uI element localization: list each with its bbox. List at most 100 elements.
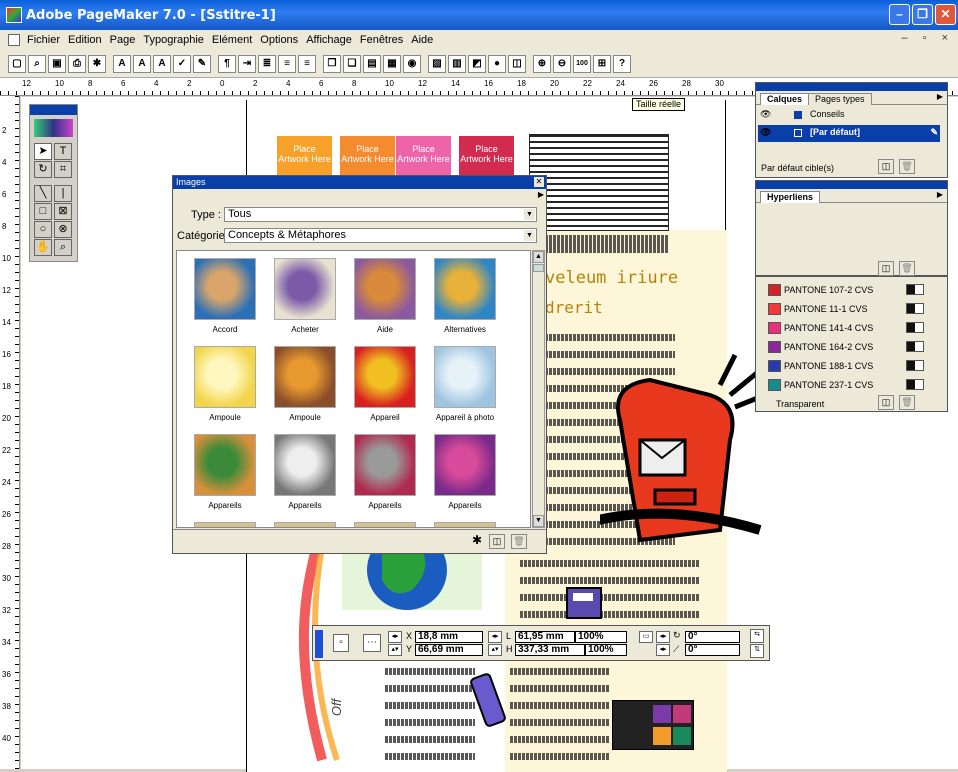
frame-icon[interactable]: ▤ — [363, 54, 381, 73]
zoom-out-icon[interactable]: ⊖ — [553, 54, 571, 73]
text-tool-icon[interactable]: T — [54, 143, 72, 160]
control-palette-handle[interactable] — [315, 630, 323, 658]
new-hyperlink-icon[interactable]: ◫ — [878, 261, 894, 276]
line-tool-icon[interactable]: ╲ — [34, 185, 52, 202]
trash-icon[interactable]: 🗑 — [511, 534, 527, 549]
nudge-width-icon[interactable]: ◂▸ — [488, 631, 502, 643]
rotation-field[interactable]: 0° — [685, 631, 740, 643]
edit-icon[interactable]: ✎ — [193, 54, 211, 73]
image-thumbnail-item[interactable] — [265, 519, 345, 527]
page-heading-1[interactable]: veleum iriure — [545, 268, 678, 288]
pdf-icon[interactable]: ◩ — [468, 54, 486, 73]
image-icon[interactable]: ▨ — [428, 54, 446, 73]
scroll-thumb[interactable] — [533, 264, 544, 272]
image-thumbnail-item[interactable]: Accord — [185, 255, 265, 341]
image-thumbnail-item[interactable] — [345, 519, 425, 527]
layout-icon[interactable]: ◫ — [508, 54, 526, 73]
rotate-tool-icon[interactable]: ↻ — [34, 161, 52, 178]
color-swatch-row[interactable]: PANTONE 141-4 CVS — [764, 319, 934, 337]
document-icon[interactable] — [8, 34, 20, 46]
open-icon[interactable]: ⌕ — [28, 54, 46, 73]
image-thumbnail-item[interactable]: Alternatives — [425, 255, 505, 341]
left-align-icon[interactable]: ≡ — [278, 54, 296, 73]
placeholder-tile-3[interactable]: Place Artwork Here — [396, 136, 451, 176]
trash-icon[interactable]: 🗑 — [899, 395, 915, 410]
device-illustration[interactable] — [565, 583, 605, 623]
new-icon[interactable]: ▢ — [8, 54, 26, 73]
hyperlinks-panel-caption[interactable] — [756, 181, 947, 189]
eye-icon[interactable]: 👁 — [760, 107, 771, 122]
new-item-icon[interactable]: ◫ — [489, 534, 505, 549]
images-panel-close-button[interactable]: ✕ — [534, 177, 544, 187]
document-window-controls[interactable]: – ▫ × — [901, 32, 954, 44]
placeholder-tile-4[interactable]: Place Artwork Here — [459, 136, 514, 176]
zoom-in-icon[interactable]: ⊕ — [533, 54, 551, 73]
table-block[interactable] — [529, 134, 669, 231]
image-thumbnail-item[interactable]: Appareil — [345, 343, 425, 429]
new-color-icon[interactable]: ◫ — [878, 395, 894, 410]
search-icon[interactable]: ✱ — [469, 534, 485, 549]
print-icon[interactable]: ⎙ — [68, 54, 86, 73]
image-thumbnail-item[interactable]: Ampoule — [185, 343, 265, 429]
vertical-text[interactable]: Off — [329, 699, 344, 716]
maximize-button[interactable]: ❐ — [912, 4, 933, 25]
nudge-rotation-icon[interactable]: ◂▸ — [656, 631, 670, 643]
menu-aide[interactable]: Aide — [407, 34, 437, 46]
proportional-icon[interactable]: ▭ — [639, 631, 653, 643]
constrained-line-tool-icon[interactable]: | — [54, 185, 72, 202]
color-blocks-illustration[interactable] — [612, 700, 694, 750]
width-field[interactable]: 61,95 mm — [515, 631, 575, 643]
panel-menu-arrow-icon[interactable]: ▶ — [937, 92, 943, 101]
find-icon[interactable]: ✱ — [88, 54, 106, 73]
color-swatch-row[interactable]: PANTONE 11-1 CVS — [764, 300, 934, 318]
flip-vertical-icon[interactable]: ⇅ — [750, 644, 764, 658]
y-position-field[interactable]: 66,69 mm — [415, 644, 483, 656]
font-size-icon[interactable]: A — [113, 54, 131, 73]
save-icon[interactable]: ▣ — [48, 54, 66, 73]
copy-icon[interactable]: ❐ — [323, 54, 341, 73]
menu-options[interactable]: Options — [256, 34, 302, 46]
menu-fichier[interactable]: Fichier — [23, 34, 64, 46]
nudge-height-icon[interactable]: ▴▾ — [488, 644, 502, 656]
menu-fenetres[interactable]: Fenêtres — [356, 34, 407, 46]
image-thumbnail-item[interactable]: Ampoule — [265, 343, 345, 429]
trash-icon[interactable]: 🗑 — [899, 261, 915, 276]
pointer-tool-icon[interactable]: ➤ — [34, 143, 52, 160]
ellipse-frame-tool-icon[interactable]: ⊗ — [54, 221, 72, 238]
grid-icon[interactable]: ▦ — [383, 54, 401, 73]
image-thumbnail-item[interactable]: Appareils — [345, 431, 425, 517]
placeholder-tile-1[interactable]: Place Artwork Here — [277, 136, 332, 176]
height-percent-field[interactable]: 100% — [585, 644, 627, 656]
globe-icon[interactable]: ● — [488, 54, 506, 73]
x-position-field[interactable]: 18,8 mm — [415, 631, 483, 643]
bullets-icon[interactable]: ≣ — [258, 54, 276, 73]
text-frame-icon[interactable]: ▥ — [448, 54, 466, 73]
nudge-skew-icon[interactable]: ◂▸ — [656, 644, 670, 656]
color-icon[interactable]: ◉ — [403, 54, 421, 73]
nudge-y-icon[interactable]: ▴▾ — [388, 644, 402, 656]
images-panel-caption[interactable]: Images ✕ — [173, 176, 546, 189]
category-select[interactable]: Concepts & Métaphores ▼ — [224, 228, 537, 243]
scroll-up-icon[interactable]: ▲ — [533, 251, 544, 263]
panel-menu-arrow-icon[interactable]: ▶ — [538, 190, 544, 199]
layer-row-conseils[interactable]: 👁 Conseils — [758, 107, 940, 124]
scroll-down-icon[interactable]: ▼ — [533, 515, 544, 527]
skew-field[interactable]: 0° — [685, 644, 740, 656]
type-select[interactable]: Tous ▼ — [224, 207, 537, 222]
menu-typographie[interactable]: Typographie — [139, 34, 208, 46]
phone-illustration[interactable] — [470, 665, 510, 735]
menu-affichage[interactable]: Affichage — [302, 34, 356, 46]
image-thumbnail-item[interactable]: Appareils — [265, 431, 345, 517]
font-up-icon[interactable]: A — [133, 54, 151, 73]
flip-horizontal-icon[interactable]: ⇆ — [750, 629, 764, 643]
image-thumbnail-item[interactable]: Appareils — [185, 431, 265, 517]
fit-page-icon[interactable]: ⊞ — [593, 54, 611, 73]
image-thumbnail-item[interactable] — [185, 519, 265, 527]
rectangle-frame-tool-icon[interactable]: ⊠ — [54, 203, 72, 220]
color-swatch-row[interactable]: PANTONE 164-2 CVS — [764, 338, 934, 356]
menu-element[interactable]: Elément — [208, 34, 256, 46]
height-field[interactable]: 337,33 mm — [515, 644, 585, 656]
image-thumbnail-item[interactable] — [425, 519, 505, 527]
menu-edition[interactable]: Edition — [64, 34, 106, 46]
page-heading-2[interactable]: drerit — [545, 298, 603, 317]
